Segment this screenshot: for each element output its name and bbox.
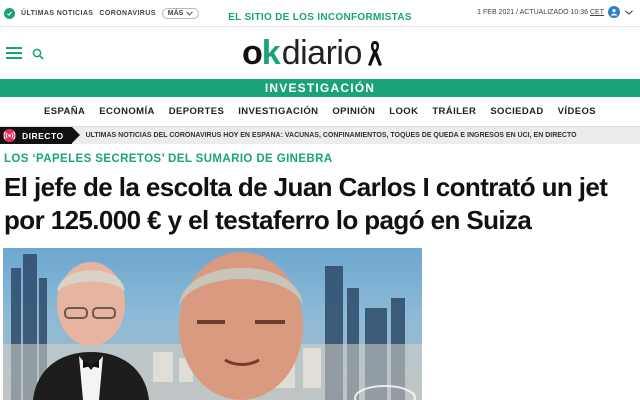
logo-ok: ok [242,34,281,72]
article-headline[interactable]: El jefe de la escolta de Juan Carlos I c… [4,171,634,236]
section-band[interactable]: INVESTIGACIÓN [0,79,640,97]
live-headline[interactable]: ÚLTIMAS NOTICIAS DEL CORONAVIRUS HOY EN … [86,132,577,139]
user-icon[interactable] [608,6,620,18]
site-logo[interactable]: ok diario [242,35,383,71]
more-dropdown[interactable]: MÁS [161,7,200,19]
logo-diario: diario [281,34,363,72]
main-nav: ESPAÑA ECONOMÍA DEPORTES INVESTIGACIÓN O… [0,97,640,127]
coronavirus-link[interactable]: CORONAVIRUS [99,10,155,17]
search-icon[interactable] [32,48,44,60]
mourning-ribbon-icon [367,41,382,66]
account-chevron-down-icon[interactable] [624,7,634,17]
nav-item-investigacion[interactable]: INVESTIGACIÓN [238,106,318,117]
article-photo[interactable] [3,248,422,400]
more-label: MÁS [167,9,184,17]
nav-item-videos[interactable]: VÍDEOS [558,106,596,117]
nav-item-trailer[interactable]: TRÁILER [432,106,476,117]
timezone: CET [590,8,604,16]
top-utility-bar: ÚLTIMAS NOTICIAS CORONAVIRUS MÁS EL SITI… [0,0,640,27]
nav-item-espana[interactable]: ESPAÑA [44,106,85,117]
nav-item-sociedad[interactable]: SOCIEDAD [490,106,543,117]
check-circle-icon [4,7,15,19]
live-ticker[interactable]: DIRECTO ÚLTIMAS NOTICIAS DEL CORONAVIRUS… [0,127,640,144]
live-broadcast-icon [3,129,16,142]
nav-item-opinion[interactable]: OPINIÓN [332,106,375,117]
article-kicker[interactable]: LOS ‘PAPELES SECRETOS’ DEL SUMARIO DE GI… [4,153,333,165]
masthead: ok diario [0,27,640,79]
nav-item-deportes[interactable]: DEPORTES [169,106,224,117]
live-label: DIRECTO [22,130,64,141]
topbar-right: 1 FEB 2021 / ACTUALIZADO 10:36 CET [477,6,634,18]
live-tag: DIRECTO [0,127,80,144]
section-title: INVESTIGACIÓN [264,81,376,95]
chevron-down-icon [186,10,194,16]
nav-item-look[interactable]: LOOK [389,106,418,117]
topbar-left: ÚLTIMAS NOTICIAS CORONAVIRUS MÁS [0,7,230,19]
updated-date: 1 FEB 2021 / ACTUALIZADO 10:36 CET [477,8,604,16]
menu-icon[interactable] [6,47,22,59]
nav-item-economia[interactable]: ECONOMÍA [99,106,154,117]
site-tagline: EL SITIO DE LOS INCONFORMISTAS [228,12,412,23]
latest-news-link[interactable]: ÚLTIMAS NOTICIAS [21,10,93,17]
